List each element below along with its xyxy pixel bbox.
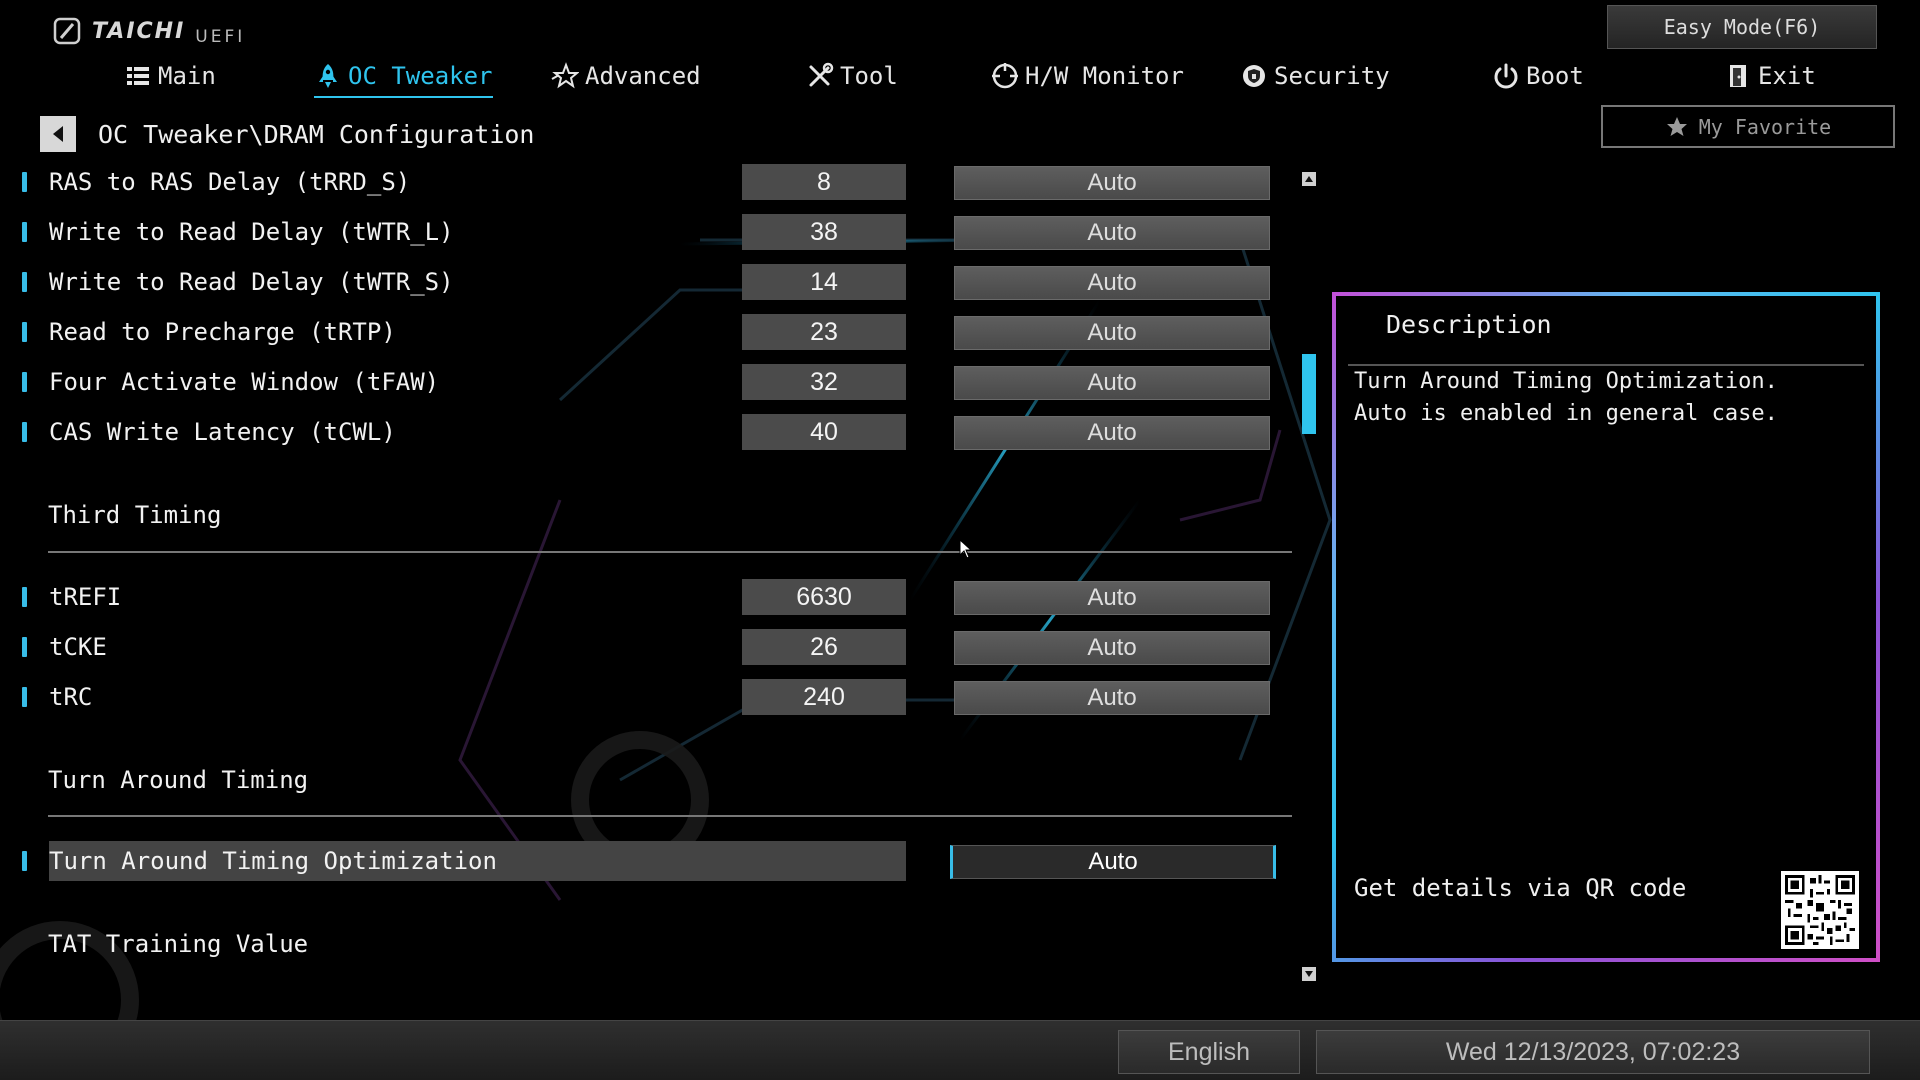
description-title: Description <box>1386 310 1552 339</box>
setting-row-trrd-s[interactable]: RAS to RAS Delay (tRRD_S) 8 Auto <box>0 162 1300 202</box>
setting-label: Four Activate Window (tFAW) <box>49 368 440 396</box>
scroll-down-button[interactable] <box>1302 967 1316 981</box>
power-icon <box>1494 63 1518 89</box>
setting-label: tRC <box>49 683 93 711</box>
language-selector[interactable]: English <box>1118 1030 1300 1074</box>
setting-label: CAS Write Latency (tCWL) <box>49 418 396 446</box>
setting-row-twtr-s[interactable]: Write to Read Delay (tWTR_S) 14 Auto <box>0 262 1300 302</box>
setting-row-tcke[interactable]: tCKE 26 Auto <box>0 627 1300 667</box>
section-divider <box>48 815 1292 817</box>
scrollbar-thumb[interactable] <box>1302 354 1316 434</box>
setting-current-value: 14 <box>742 264 906 300</box>
description-panel: Description Turn Around Timing Optimizat… <box>1332 292 1880 962</box>
setting-label: Write to Read Delay (tWTR_S) <box>49 268 454 296</box>
setting-label: tCKE <box>49 633 107 661</box>
tab-exit[interactable]: Exit <box>1724 56 1816 96</box>
qr-code-icon <box>1785 875 1855 945</box>
easy-mode-button[interactable]: Easy Mode(F6) <box>1607 5 1877 49</box>
mouse-cursor-icon <box>959 539 973 559</box>
my-favorite-label: My Favorite <box>1698 114 1832 139</box>
setting-current-value: 26 <box>742 629 906 665</box>
setting-option-field[interactable]: Auto <box>954 416 1270 450</box>
qr-code <box>1781 871 1859 949</box>
setting-option-field[interactable]: Auto <box>954 316 1270 350</box>
setting-row-trc[interactable]: tRC 240 Auto <box>0 677 1300 717</box>
row-marker <box>22 172 27 192</box>
setting-current-value: 6630 <box>742 579 906 615</box>
setting-row-trtp[interactable]: Read to Precharge (tRTP) 23 Auto <box>0 312 1300 352</box>
setting-current-value: 8 <box>742 164 906 200</box>
setting-option-field[interactable]: Auto <box>954 266 1270 300</box>
row-marker <box>22 222 27 242</box>
scroll-up-button[interactable] <box>1302 172 1316 186</box>
footer-bar: English Wed 12/13/2023, 07:02:23 <box>0 1020 1920 1080</box>
setting-label: tREFI <box>49 583 122 611</box>
setting-option-field[interactable]: Auto <box>950 845 1276 879</box>
row-marker <box>22 372 27 392</box>
setting-row-twtr-l[interactable]: Write to Read Delay (tWTR_L) 38 Auto <box>0 212 1300 252</box>
section-tat-training-value[interactable]: TAT Training Value <box>48 924 308 964</box>
setting-label: Read to Precharge (tRTP) <box>49 318 396 346</box>
setting-current-value: 40 <box>742 414 906 450</box>
row-marker <box>22 322 27 342</box>
qr-code-caption: Get details via QR code <box>1354 874 1687 902</box>
tab-boot-label: Boot <box>1526 62 1584 90</box>
tab-exit-label: Exit <box>1758 62 1816 90</box>
section-divider <box>48 551 1292 553</box>
setting-option-field[interactable]: Auto <box>954 581 1270 615</box>
setting-label: Write to Read Delay (tWTR_L) <box>49 218 454 246</box>
setting-current-value: 38 <box>742 214 906 250</box>
setting-row-tfaw[interactable]: Four Activate Window (tFAW) 32 Auto <box>0 362 1300 402</box>
row-marker <box>22 851 27 871</box>
exit-icon <box>1730 65 1746 87</box>
setting-current-value: 32 <box>742 364 906 400</box>
setting-option-field[interactable]: Auto <box>954 166 1270 200</box>
setting-option-field[interactable]: Auto <box>954 681 1270 715</box>
row-marker <box>22 687 27 707</box>
section-turn-around-timing: Turn Around Timing <box>48 766 309 794</box>
setting-option-field[interactable]: Auto <box>954 216 1270 250</box>
row-marker <box>22 587 27 607</box>
my-favorite-button[interactable]: My Favorite <box>1601 105 1895 148</box>
tab-boot[interactable]: Boot <box>1492 56 1584 96</box>
settings-list: RAS to RAS Delay (tRRD_S) 8 Auto Write t… <box>0 0 1300 1020</box>
setting-current-value: 240 <box>742 679 906 715</box>
setting-label: Turn Around Timing Optimization <box>49 841 906 881</box>
description-text: Turn Around Timing Optimization. Auto is… <box>1354 366 1854 430</box>
setting-option-field[interactable]: Auto <box>954 366 1270 400</box>
setting-current-value: 23 <box>742 314 906 350</box>
section-third-timing: Third Timing <box>48 501 222 529</box>
setting-row-tcwl[interactable]: CAS Write Latency (tCWL) 40 Auto <box>0 412 1300 452</box>
row-marker <box>22 422 27 442</box>
setting-label: RAS to RAS Delay (tRRD_S) <box>49 168 411 196</box>
setting-row-turn-around-timing-optimization[interactable]: Turn Around Timing Optimization Auto <box>0 841 1300 881</box>
arrow-down-icon <box>1305 971 1313 977</box>
row-marker <box>22 637 27 657</box>
arrow-up-icon <box>1305 176 1313 182</box>
row-marker <box>22 272 27 292</box>
setting-option-field[interactable]: Auto <box>954 631 1270 665</box>
description-line-2: Auto is enabled in general case. <box>1354 401 1778 426</box>
star-filled-icon <box>1666 116 1687 136</box>
description-line-1: Turn Around Timing Optimization. <box>1354 369 1778 394</box>
date-time-display: Wed 12/13/2023, 07:02:23 <box>1316 1030 1870 1074</box>
setting-row-trefi[interactable]: tREFI 6630 Auto <box>0 577 1300 617</box>
